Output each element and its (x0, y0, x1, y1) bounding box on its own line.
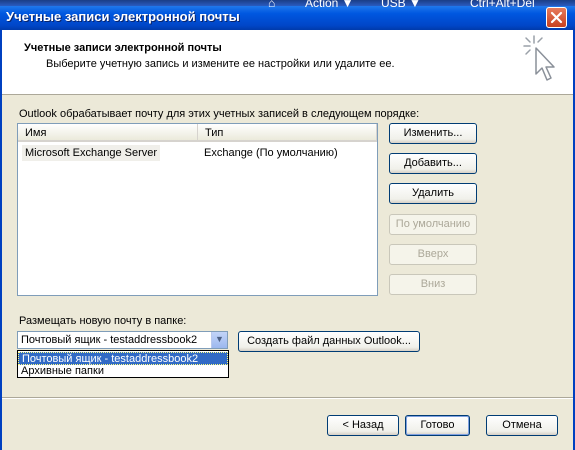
column-header-name[interactable]: Имя (18, 124, 198, 142)
dropdown-option-archive[interactable]: Архивные папки (18, 365, 228, 378)
cancel-button[interactable]: Отмена (486, 415, 558, 436)
create-data-file-button[interactable]: Создать файл данных Outlook... (238, 331, 420, 352)
header-title: Учетные записи электронной почты (24, 42, 222, 54)
finish-button[interactable]: Готово (405, 415, 470, 436)
change-button[interactable]: Изменить... (389, 123, 477, 144)
move-up-button[interactable]: Вверх (389, 244, 477, 265)
add-button[interactable]: Добавить... (389, 153, 477, 174)
close-icon (550, 11, 563, 24)
account-row[interactable]: Microsoft Exchange Server Exchange (По у… (18, 145, 377, 161)
delivery-folder-label: Размещать новую почту в папке: (19, 315, 187, 327)
account-type: Exchange (По умолчанию) (204, 147, 338, 159)
set-default-button[interactable]: По умолчанию (389, 214, 477, 235)
chevron-down-icon[interactable]: ▼ (211, 332, 227, 348)
header-subtitle: Выберите учетную запись и измените ее на… (46, 58, 395, 70)
delivery-folder-select[interactable]: Почтовый ящик - testaddressbook2 ▼ (17, 331, 228, 349)
delete-button[interactable]: Удалить (389, 183, 477, 204)
wizard-header: Учетные записи электронной почты Выберит… (2, 30, 573, 95)
account-name: Microsoft Exchange Server (22, 145, 161, 161)
move-down-button[interactable]: Вниз (389, 274, 477, 295)
accounts-list[interactable]: Имя Тип Microsoft Exchange Server Exchan… (17, 123, 378, 296)
delivery-folder-dropdown: Почтовый ящик - testaddressbook2 Архивны… (17, 350, 229, 378)
accounts-intro-label: Outlook обрабатывает почту для этих учет… (19, 108, 420, 120)
wizard-cursor-sparkle-icon (523, 35, 555, 81)
delivery-folder-value: Почтовый ящик - testaddressbook2 (21, 334, 198, 346)
back-button[interactable]: < Назад (327, 415, 399, 436)
vm-action-menu[interactable]: Action ▼ (305, 0, 354, 10)
dropdown-option-mailbox[interactable]: Почтовый ящик - testaddressbook2 (18, 352, 228, 365)
vm-usb-menu[interactable]: USB ▼ (381, 0, 421, 10)
column-header-type[interactable]: Тип (198, 124, 377, 142)
home-icon[interactable]: ⌂ (268, 0, 275, 10)
vm-ctrl-alt-del[interactable]: Ctrl+Alt+Del (470, 0, 535, 10)
title-bar: ⌂ Action ▼ USB ▼ Ctrl+Alt+Del Учетные за… (0, 0, 575, 30)
footer-divider (2, 397, 573, 399)
window-title: Учетные записи электронной почты (6, 9, 240, 24)
close-button[interactable] (546, 7, 567, 28)
